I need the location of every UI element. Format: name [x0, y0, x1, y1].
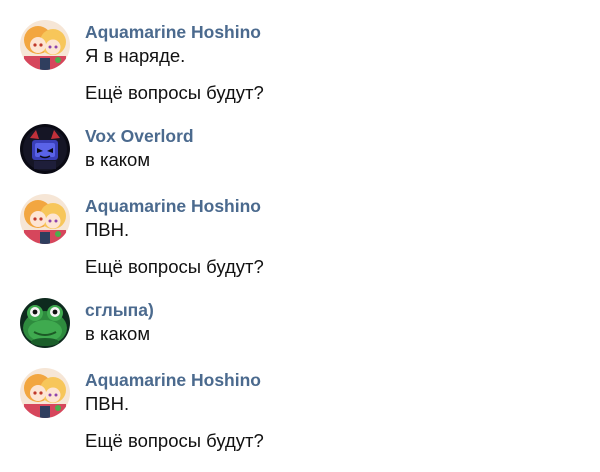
message-text: Я в наряде. [85, 45, 186, 66]
message-author[interactable]: Vox Overlord [85, 125, 194, 147]
anime-twins-avatar-icon[interactable] [20, 20, 70, 70]
message-author[interactable]: Aquamarine Hoshino [85, 21, 261, 43]
green-frog-avatar-icon[interactable] [20, 298, 70, 348]
message-author[interactable]: Aquamarine Hoshino [85, 369, 261, 391]
message-text: ПВН. [85, 393, 130, 414]
message-author[interactable]: сглыпа) [85, 299, 154, 321]
message-text: в каком [85, 149, 151, 170]
anime-twins-avatar-icon[interactable] [20, 194, 70, 244]
message-text: ПВН. [85, 219, 130, 240]
message-feed: Aquamarine Hoshino Я в наряде. Ещё вопро… [0, 0, 600, 472]
anime-twins-avatar-icon[interactable] [20, 368, 70, 418]
message-text: Ещё вопросы будут? [85, 430, 264, 451]
message-author[interactable]: Aquamarine Hoshino [85, 195, 261, 217]
message-text: Ещё вопросы будут? [85, 256, 264, 277]
dark-tv-demon-avatar-icon[interactable] [20, 124, 70, 174]
message-text: Ещё вопросы будут? [85, 82, 264, 103]
message-text: в каком [85, 323, 151, 344]
